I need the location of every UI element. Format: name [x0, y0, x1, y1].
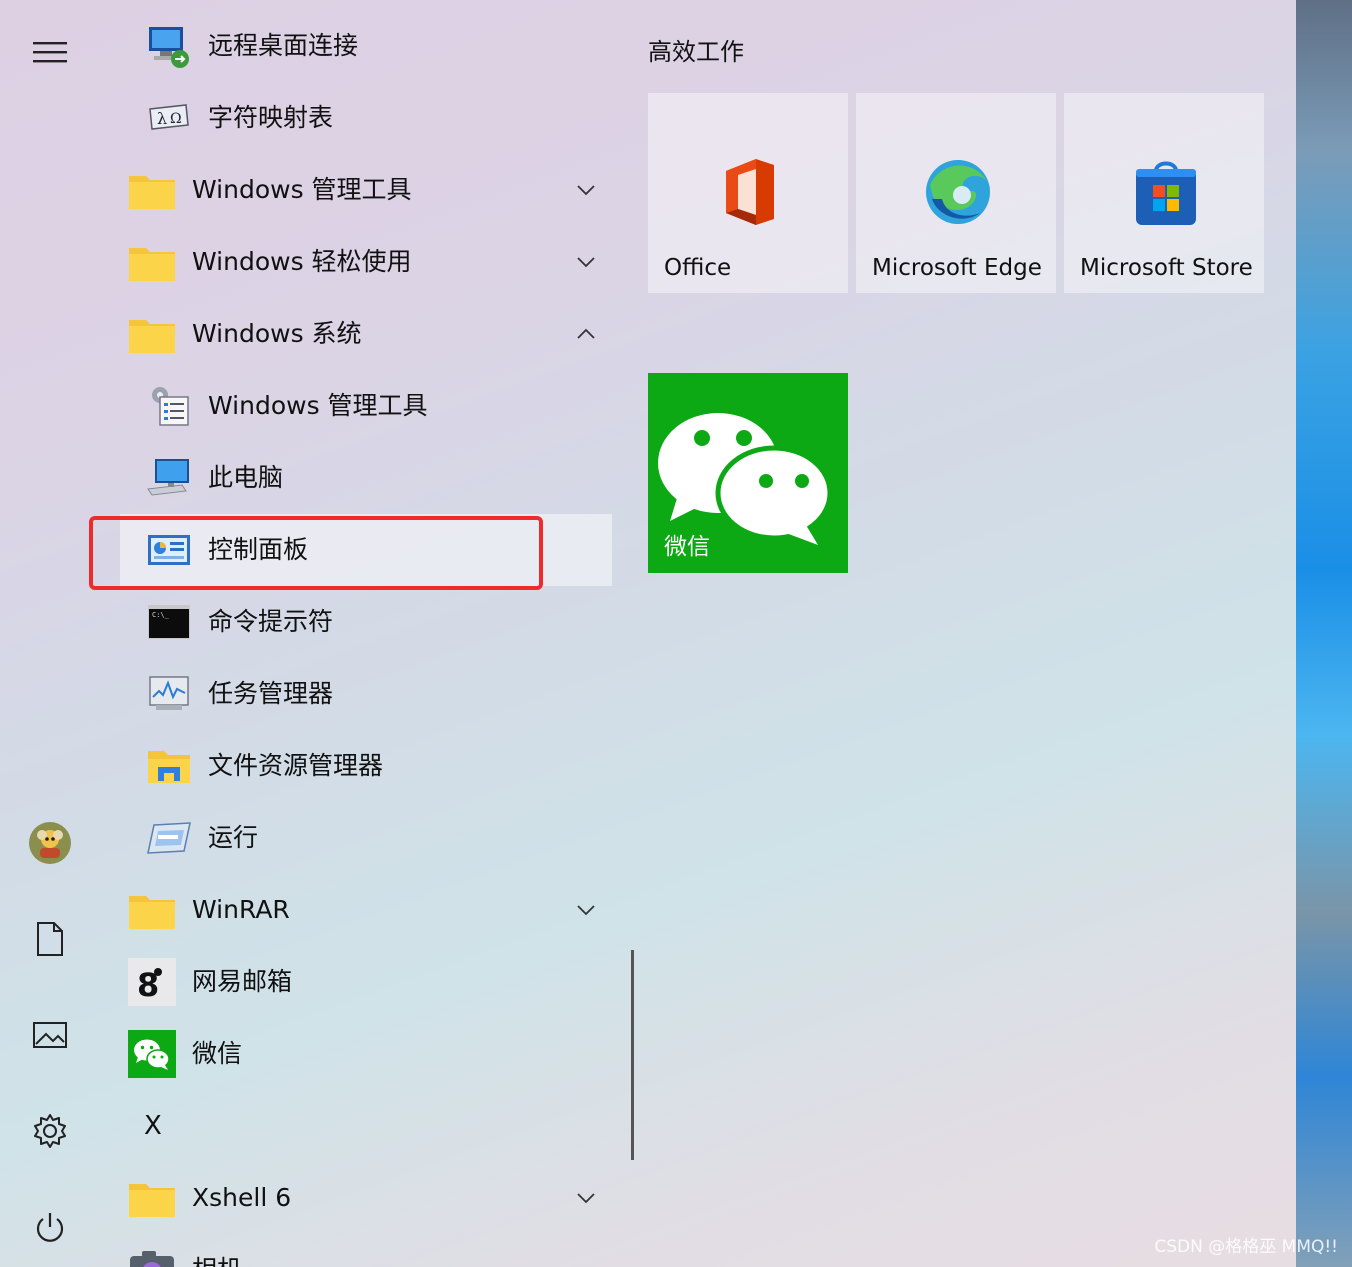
run-icon: [145, 814, 193, 862]
folder-windows-system[interactable]: Windows 系统: [120, 298, 612, 370]
app-label: 远程桌面连接: [208, 31, 359, 60]
office-icon: [726, 159, 774, 225]
avatar[interactable]: [25, 818, 75, 868]
watermark: CSDN @格格巫 MMQ!!: [1154, 1237, 1338, 1257]
chevron-down-icon[interactable]: [574, 178, 598, 202]
letter-header-x[interactable]: X: [120, 1090, 612, 1162]
app-item-run[interactable]: 运行: [120, 802, 612, 874]
settings-gear-icon[interactable]: [25, 1106, 75, 1156]
wechat-icon: [128, 1030, 176, 1078]
app-label: 任务管理器: [208, 679, 334, 708]
task-manager-icon: [145, 670, 193, 718]
app-label: 命令提示符: [208, 607, 334, 636]
letter-header-label: X: [144, 1111, 162, 1141]
app-label: 字符映射表: [208, 103, 334, 132]
svg-text:C:\_: C:\_: [152, 611, 170, 619]
folder-windows-ease-of-access[interactable]: Windows 轻松使用: [120, 226, 612, 298]
app-item-netease-mail[interactable]: 8 网易邮箱: [120, 946, 612, 1018]
chevron-down-icon[interactable]: [574, 1186, 598, 1210]
app-label: 运行: [208, 823, 259, 852]
chevron-down-icon[interactable]: [574, 898, 598, 922]
svg-text:λ: λ: [157, 109, 167, 128]
tile-label: 微信: [664, 534, 710, 560]
remote-desktop-icon: [145, 22, 193, 70]
app-label: Windows 管理工具: [208, 391, 428, 420]
app-label: WinRAR: [192, 895, 290, 924]
app-label: Windows 系统: [192, 319, 362, 348]
app-item-camera[interactable]: 相机: [120, 1234, 612, 1267]
app-label: 文件资源管理器: [208, 751, 384, 780]
app-label: 微信: [192, 1039, 243, 1068]
document-icon[interactable]: [25, 914, 75, 964]
app-label: Xshell 6: [192, 1183, 292, 1212]
menu-icon[interactable]: [25, 27, 75, 77]
pictures-icon[interactable]: [25, 1010, 75, 1060]
wechat-icon: [658, 413, 833, 545]
tile-microsoft-store[interactable]: Microsoft Store: [1064, 93, 1264, 293]
app-item-task-manager[interactable]: 任务管理器: [120, 658, 612, 730]
app-item-windows-admin-tools[interactable]: Windows 管理工具: [120, 370, 612, 442]
app-label: 网易邮箱: [192, 967, 293, 996]
app-item-file-explorer[interactable]: 文件资源管理器: [120, 730, 612, 802]
folder-xshell-6[interactable]: Xshell 6: [120, 1162, 612, 1234]
tile-group-title[interactable]: 高效工作: [648, 32, 744, 72]
admin-tools-icon: [145, 382, 193, 430]
app-item-wechat[interactable]: 微信: [120, 1018, 612, 1090]
folder-windows-admin-tools[interactable]: Windows 管理工具: [120, 154, 612, 226]
chevron-up-icon[interactable]: [574, 322, 598, 346]
this-pc-icon: [145, 454, 193, 502]
app-item-character-map[interactable]: λΩ 字符映射表: [120, 82, 612, 154]
folder-icon: [128, 238, 176, 286]
tile-label: Microsoft Store: [1080, 255, 1253, 281]
power-icon[interactable]: [25, 1203, 75, 1253]
tile-wechat[interactable]: 微信: [648, 373, 848, 573]
app-label: Windows 轻松使用: [192, 247, 412, 276]
folder-icon: [128, 166, 176, 214]
start-left-rail: [0, 0, 100, 1267]
folder-icon: [128, 1174, 176, 1222]
chevron-down-icon[interactable]: [574, 250, 598, 274]
file-explorer-icon: [145, 742, 193, 790]
folder-icon: [128, 886, 176, 934]
character-map-icon: λΩ: [145, 94, 193, 142]
store-icon: [1136, 161, 1196, 225]
app-item-command-prompt[interactable]: C:\_ 命令提示符: [120, 586, 612, 658]
folder-winrar[interactable]: WinRAR: [120, 874, 612, 946]
tile-office[interactable]: Office: [648, 93, 848, 293]
command-prompt-icon: C:\_: [145, 598, 193, 646]
app-label: Windows 管理工具: [192, 175, 412, 204]
tile-label: Microsoft Edge: [872, 255, 1042, 281]
highlight-annotation: [89, 516, 543, 590]
tile-label: Office: [664, 255, 732, 281]
app-label: 此电脑: [208, 463, 284, 492]
tile-microsoft-edge[interactable]: Microsoft Edge: [856, 93, 1056, 293]
netease-mail-icon: 8: [128, 958, 176, 1006]
app-item-this-pc[interactable]: 此电脑: [120, 442, 612, 514]
app-label: 相机: [192, 1234, 242, 1267]
app-item-remote-desktop[interactable]: 远程桌面连接: [120, 10, 612, 82]
edge-icon: [926, 160, 990, 224]
camera-icon: [128, 1246, 176, 1267]
app-list-scrollbar[interactable]: [631, 950, 634, 1160]
folder-icon: [128, 310, 176, 358]
desktop-wallpaper: [1296, 0, 1352, 1267]
all-apps-list[interactable]: 远程桌面连接 λΩ 字符映射表 Windows 管理工具 Windows 轻松使…: [120, 10, 612, 1267]
svg-text:Ω: Ω: [170, 111, 182, 127]
